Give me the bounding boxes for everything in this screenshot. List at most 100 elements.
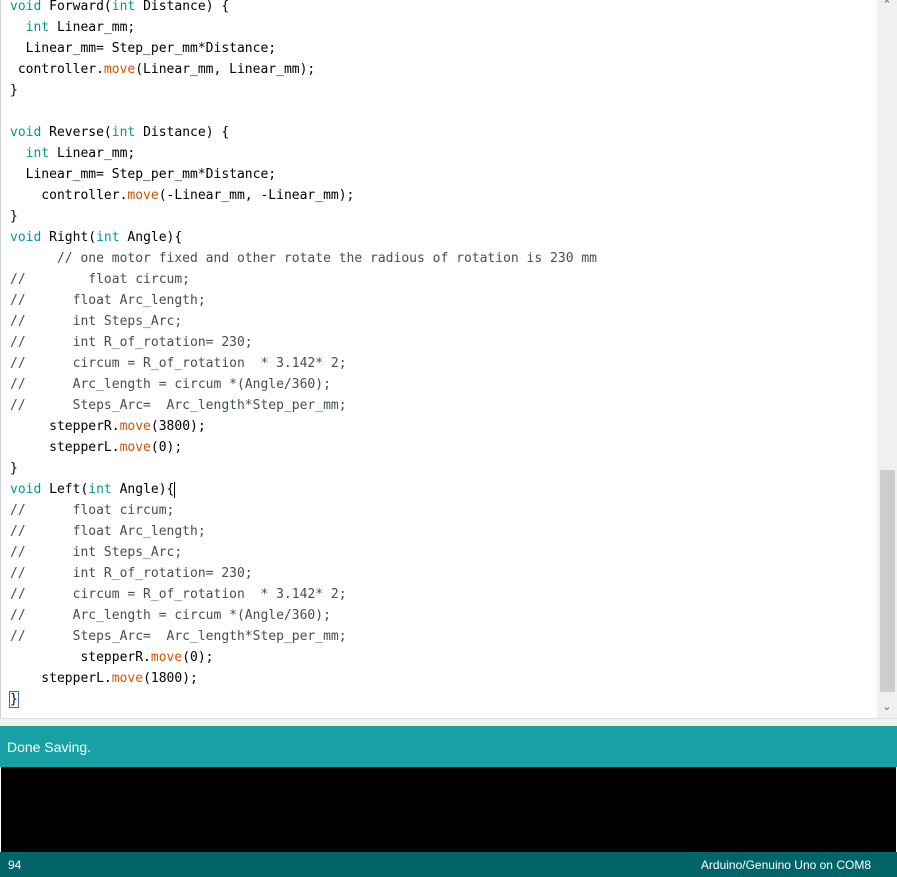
code-line[interactable]: stepperL.move(0);: [10, 437, 870, 458]
code-token: Distance) {: [135, 0, 230, 14]
comment-token: // float Arc_length;: [10, 524, 206, 539]
code-line[interactable]: // int Steps_Arc;: [10, 311, 870, 332]
code-line[interactable]: void Left(int Angle){: [10, 479, 870, 500]
keyword-token: int: [111, 125, 136, 140]
code-line[interactable]: void Right(int Angle){: [10, 227, 870, 248]
status-bar: Done Saving.: [0, 726, 897, 767]
keyword-token: void: [10, 125, 42, 140]
code-line[interactable]: Linear_mm= Step_per_mm*Distance;: [10, 164, 870, 185]
keyword-token: int: [88, 482, 112, 497]
keyword-token: void: [10, 0, 42, 14]
code-line[interactable]: // float circum;: [10, 269, 870, 290]
chevron-up-icon[interactable]: ⌃: [877, 0, 897, 14]
chevron-down-icon[interactable]: ⌄: [877, 698, 897, 716]
matched-bracket: }: [9, 691, 19, 708]
code-token: stepperR.: [10, 650, 151, 665]
code-line[interactable]: void Forward(int Distance) {: [10, 0, 870, 17]
function-token: move: [127, 188, 159, 203]
function-token: move: [111, 671, 144, 686]
keyword-token: int: [111, 0, 136, 14]
keyword-token: void: [10, 482, 42, 497]
comment-token: // Arc_length = circum *(Angle/360);: [10, 608, 331, 623]
code-token: Right(: [41, 230, 97, 245]
function-token: move: [150, 650, 183, 665]
code-token: Linear_mm= Step_per_mm*Distance;: [10, 41, 277, 56]
code-editor[interactable]: void Forward(int Distance) { int Linear_…: [0, 0, 897, 718]
code-line[interactable]: // Steps_Arc= Arc_length*Step_per_mm;: [10, 626, 870, 647]
code-line[interactable]: }: [9, 689, 870, 710]
pane-divider[interactable]: [0, 718, 897, 726]
code-token: (0);: [150, 440, 183, 455]
keyword-token: int: [25, 20, 50, 35]
code-line[interactable]: int Linear_mm;: [10, 143, 870, 164]
code-line[interactable]: // float circum;: [10, 500, 870, 521]
code-line[interactable]: stepperL.move(1800);: [10, 668, 870, 689]
function-token: move: [103, 62, 136, 77]
keyword-token: void: [10, 230, 42, 245]
code-token: controller.: [10, 188, 128, 203]
code-line[interactable]: // int Steps_Arc;: [10, 542, 870, 563]
code-token: }: [10, 461, 18, 476]
code-token: Linear_mm;: [49, 146, 136, 161]
code-line[interactable]: }: [10, 206, 870, 227]
keyword-token: int: [25, 146, 50, 161]
code-token: (3800);: [150, 419, 206, 434]
console-output[interactable]: [1, 767, 896, 852]
code-token: (1800);: [143, 671, 198, 686]
code-line[interactable]: stepperR.move(0);: [10, 647, 870, 668]
comment-token: // Steps_Arc= Arc_length*Step_per_mm;: [10, 629, 347, 644]
code-line[interactable]: Linear_mm= Step_per_mm*Distance;: [10, 38, 870, 59]
comment-token: // Steps_Arc= Arc_length*Step_per_mm;: [10, 398, 347, 413]
code-line[interactable]: // int R_of_rotation= 230;: [10, 332, 870, 353]
code-line[interactable]: // float Arc_length;: [10, 521, 870, 542]
keyword-token: int: [96, 230, 120, 245]
comment-token: // int Steps_Arc;: [10, 545, 183, 560]
code-line[interactable]: void Reverse(int Distance) {: [10, 122, 870, 143]
comment-token: // float circum;: [10, 503, 175, 518]
code-token: Forward(: [41, 0, 112, 14]
scrollbar-thumb[interactable]: [880, 470, 895, 692]
function-token: move: [119, 440, 151, 455]
code-line[interactable]: // circum = R_of_rotation * 3.142* 2;: [10, 353, 870, 374]
comment-token: // circum = R_of_rotation * 3.142* 2;: [10, 587, 347, 602]
code-line[interactable]: stepperR.move(3800);: [10, 416, 870, 437]
code-token: (-Linear_mm, -Linear_mm);: [158, 188, 355, 203]
code-line[interactable]: // one motor fixed and other rotate the …: [10, 248, 870, 269]
code-lines[interactable]: void Forward(int Distance) { int Linear_…: [9, 0, 870, 710]
code-line[interactable]: // int R_of_rotation= 230;: [10, 563, 870, 584]
code-line[interactable]: // Arc_length = circum *(Angle/360);: [10, 605, 870, 626]
text-caret: [174, 481, 176, 498]
code-line[interactable]: controller.move(-Linear_mm, -Linear_mm);: [10, 185, 870, 206]
code-line[interactable]: // Steps_Arc= Arc_length*Step_per_mm;: [10, 395, 870, 416]
comment-token: // float Arc_length;: [10, 293, 206, 308]
comment-token: // int R_of_rotation= 230;: [10, 566, 253, 581]
code-token: Linear_mm;: [49, 20, 136, 35]
code-token: stepperL.: [10, 440, 120, 455]
code-line[interactable]: // circum = R_of_rotation * 3.142* 2;: [10, 584, 870, 605]
code-line[interactable]: int Linear_mm;: [10, 17, 870, 38]
line-number: 94: [8, 858, 22, 872]
board-info: Arduino/Genuino Uno on COM8: [700, 858, 871, 872]
code-token: Linear_mm= Step_per_mm*Distance;: [10, 167, 277, 182]
comment-token: // float circum;: [10, 272, 191, 287]
comment-token: // int Steps_Arc;: [10, 314, 183, 329]
code-token: Left(: [41, 482, 89, 497]
code-line[interactable]: // Arc_length = circum *(Angle/360);: [10, 374, 870, 395]
code-line[interactable]: [10, 101, 870, 122]
code-token: (0);: [182, 650, 214, 665]
footer-bar: 94 Arduino/Genuino Uno on COM8: [0, 852, 897, 877]
status-message: Done Saving.: [7, 739, 92, 755]
editor-scrollbar[interactable]: ⌃ ⌄: [877, 0, 897, 718]
code-line[interactable]: }: [10, 80, 870, 101]
code-token: Angle){: [111, 482, 175, 497]
code-line[interactable]: controller.move(Linear_mm, Linear_mm);: [10, 59, 870, 80]
code-token: Angle){: [119, 230, 183, 245]
code-token: }: [10, 209, 18, 224]
code-token: stepperR.: [10, 419, 120, 434]
comment-token: // one motor fixed and other rotate the …: [10, 251, 597, 266]
code-line[interactable]: }: [10, 458, 870, 479]
code-token: Distance) {: [135, 125, 230, 140]
code-line[interactable]: // float Arc_length;: [10, 290, 870, 311]
